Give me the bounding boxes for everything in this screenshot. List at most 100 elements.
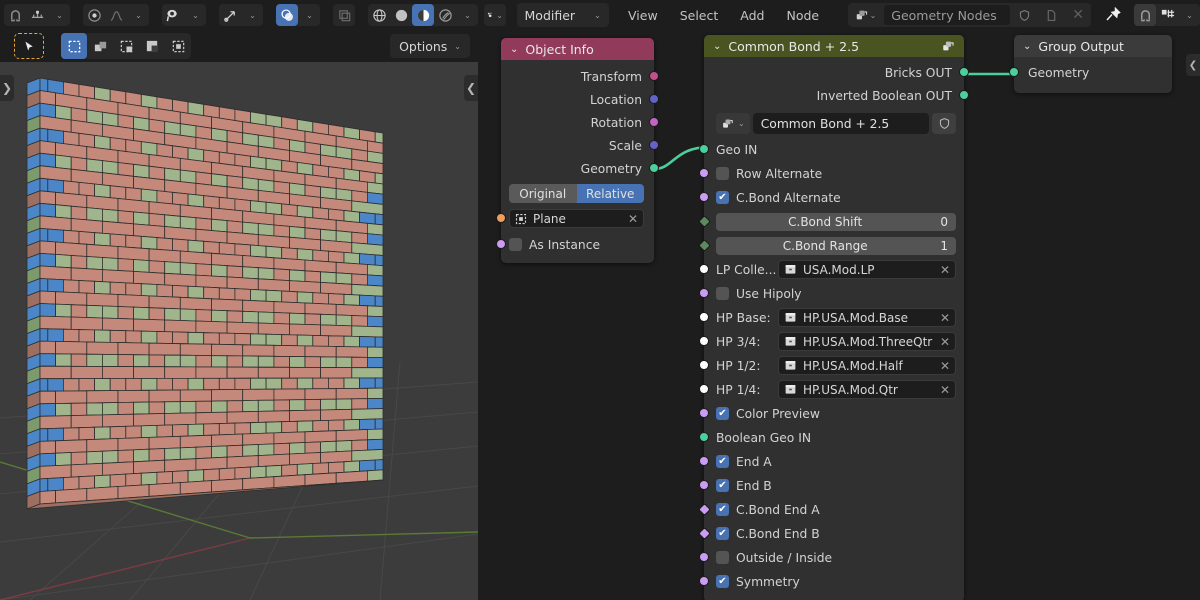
pin-icon[interactable]: [1102, 4, 1124, 26]
menu-view[interactable]: View: [619, 4, 667, 26]
visibility-group[interactable]: ⌄: [162, 4, 206, 26]
proportional-edit-group[interactable]: ⌄: [83, 4, 149, 26]
visibility-eye-icon[interactable]: [162, 4, 184, 26]
socket-hp-base[interactable]: [699, 312, 709, 322]
node-group-output-header[interactable]: ⌄ Group Output: [1014, 35, 1172, 57]
new-copy-icon[interactable]: [1038, 3, 1065, 27]
viewport-solid-icon[interactable]: [390, 4, 412, 26]
node-overlays-caret[interactable]: ⌄: [1178, 4, 1200, 26]
viewport-canvas[interactable]: [0, 62, 478, 600]
output-transform[interactable]: Transform: [501, 65, 659, 88]
viewport-sidebar-toggle-right[interactable]: ❮: [464, 75, 478, 101]
hp-3-4-id-field[interactable]: HP.USA.Mod.ThreeQtr ✕: [778, 332, 956, 351]
overlays-caret[interactable]: ⌄: [298, 4, 320, 26]
select-extend-icon[interactable]: [87, 33, 113, 59]
socket-transform[interactable]: [649, 71, 659, 81]
x-icon[interactable]: ✕: [940, 335, 950, 349]
viewport-material-icon[interactable]: [412, 4, 434, 26]
gizmo-group[interactable]: ⌄: [219, 4, 263, 26]
snap-magnet-icon[interactable]: [4, 4, 26, 26]
node-object-info[interactable]: ⌄ Object Info Transform Location Rotatio…: [496, 38, 659, 263]
transform-space-original[interactable]: Original: [509, 184, 577, 203]
socket-symmetry[interactable]: [699, 576, 709, 586]
input-geometry[interactable]: Geometry: [1009, 61, 1172, 84]
output-inverted-boolean-out[interactable]: Inverted Boolean OUT: [704, 84, 969, 107]
x-icon[interactable]: ✕: [940, 359, 950, 373]
x-icon[interactable]: ✕: [940, 383, 950, 397]
hp-1-4-id-field[interactable]: HP.USA.Mod.Qtr ✕: [778, 380, 956, 399]
select-invert-icon[interactable]: [139, 33, 165, 59]
node-group-output[interactable]: ⌄ Group Output Geometry: [1009, 35, 1172, 93]
socket-use-hipoly[interactable]: [699, 288, 709, 298]
browse-nodegroup-icon[interactable]: ⌄: [716, 113, 750, 134]
output-geometry[interactable]: Geometry: [501, 157, 659, 180]
socket-end-b[interactable]: [699, 480, 709, 490]
shading-mode-group[interactable]: ⌄: [368, 4, 478, 26]
socket-scale[interactable]: [649, 140, 659, 150]
transform-space-toggle[interactable]: Original Relative: [509, 184, 644, 203]
viewport-rendered-icon[interactable]: [434, 4, 456, 26]
visibility-caret[interactable]: ⌄: [184, 4, 206, 26]
snap-dropdown-caret[interactable]: ⌄: [48, 4, 70, 26]
geometry-nodes-editor-icon[interactable]: ⌄: [484, 4, 506, 26]
socket-location[interactable]: [649, 94, 659, 104]
output-bricks-out[interactable]: Bricks OUT: [704, 61, 969, 84]
object-field[interactable]: Plane ✕: [509, 209, 644, 228]
overlays-group[interactable]: ⌄: [276, 4, 320, 26]
menu-add[interactable]: Add: [731, 4, 773, 26]
transform-space-relative[interactable]: Relative: [576, 184, 644, 203]
socket-inverted-boolean-out[interactable]: [959, 90, 969, 100]
node-common-bond[interactable]: ⌄ Common Bond + 2.5 Bricks OUT Inverted …: [698, 35, 969, 600]
node-sidebar-toggle-right[interactable]: ❮: [1186, 54, 1200, 76]
c-bond-alternate-checkbox[interactable]: [716, 191, 729, 204]
falloff-dropdown-caret[interactable]: ⌄: [127, 4, 149, 26]
socket-row-alternate[interactable]: [699, 168, 709, 178]
gizmo-caret[interactable]: ⌄: [241, 4, 263, 26]
snap-magnet-icon[interactable]: [1134, 4, 1157, 26]
socket-hp-1-4[interactable]: [699, 384, 709, 394]
hp-base-id-field[interactable]: HP.USA.Mod.Base ✕: [778, 308, 956, 327]
lp-colle-id-field[interactable]: USA.Mod.LP ✕: [778, 260, 956, 279]
chevron-down-icon[interactable]: ⌄: [1023, 41, 1031, 52]
socket-hp-3-4[interactable]: [699, 336, 709, 346]
socket-lp-colle[interactable]: [699, 264, 709, 274]
node-common-bond-header[interactable]: ⌄ Common Bond + 2.5: [704, 35, 964, 57]
fake-user-icon[interactable]: [932, 113, 956, 134]
end-b-checkbox[interactable]: [716, 479, 729, 492]
select-subtract-icon[interactable]: [113, 33, 139, 59]
socket-group-output-geometry[interactable]: [1009, 67, 1019, 77]
socket-hp-1-2[interactable]: [699, 360, 709, 370]
nodegroup-name-field[interactable]: Common Bond + 2.5: [752, 113, 929, 134]
node-object-info-header[interactable]: ⌄ Object Info: [501, 38, 654, 60]
show-gizmo-icon[interactable]: [219, 4, 241, 26]
snap-increment-icon[interactable]: [26, 4, 48, 26]
select-intersect-icon[interactable]: [165, 33, 191, 59]
x-icon[interactable]: ✕: [940, 263, 950, 277]
falloff-curve-icon[interactable]: [105, 4, 127, 26]
socket-rotation[interactable]: [649, 117, 659, 127]
hp-1-2-id-field[interactable]: HP.USA.Mod.Half ✕: [778, 356, 956, 375]
fake-user-icon[interactable]: [1011, 3, 1038, 27]
chevron-down-icon[interactable]: ⌄: [510, 44, 518, 55]
proportional-edit-icon[interactable]: [83, 4, 105, 26]
node-snap-group[interactable]: ⌄: [1134, 4, 1200, 26]
x-icon[interactable]: ✕: [628, 212, 638, 226]
node-overlays-icon[interactable]: [1156, 4, 1178, 26]
viewport-wireframe-icon[interactable]: [368, 4, 390, 26]
c-bond-shift-field[interactable]: C.Bond Shift 0: [716, 212, 956, 231]
socket-geometry[interactable]: [649, 163, 659, 173]
socket-bricks-out[interactable]: [959, 67, 969, 77]
c-bond-end-a-checkbox[interactable]: [716, 503, 729, 516]
c-bond-end-b-checkbox[interactable]: [716, 527, 729, 540]
node-editor-canvas[interactable]: ⌄ Object Info Transform Location Rotatio…: [478, 30, 1200, 600]
nodetree-name[interactable]: Geometry Nodes: [884, 5, 1011, 25]
socket-outside-inside[interactable]: [699, 552, 709, 562]
color-preview-checkbox[interactable]: [716, 407, 729, 420]
snapping-group[interactable]: ⌄: [4, 4, 70, 26]
output-scale[interactable]: Scale: [501, 134, 659, 157]
x-icon[interactable]: ✕: [940, 311, 950, 325]
menu-select[interactable]: Select: [671, 4, 728, 26]
output-rotation[interactable]: Rotation: [501, 111, 659, 134]
shading-caret[interactable]: ⌄: [456, 4, 478, 26]
end-a-checkbox[interactable]: [716, 455, 729, 468]
